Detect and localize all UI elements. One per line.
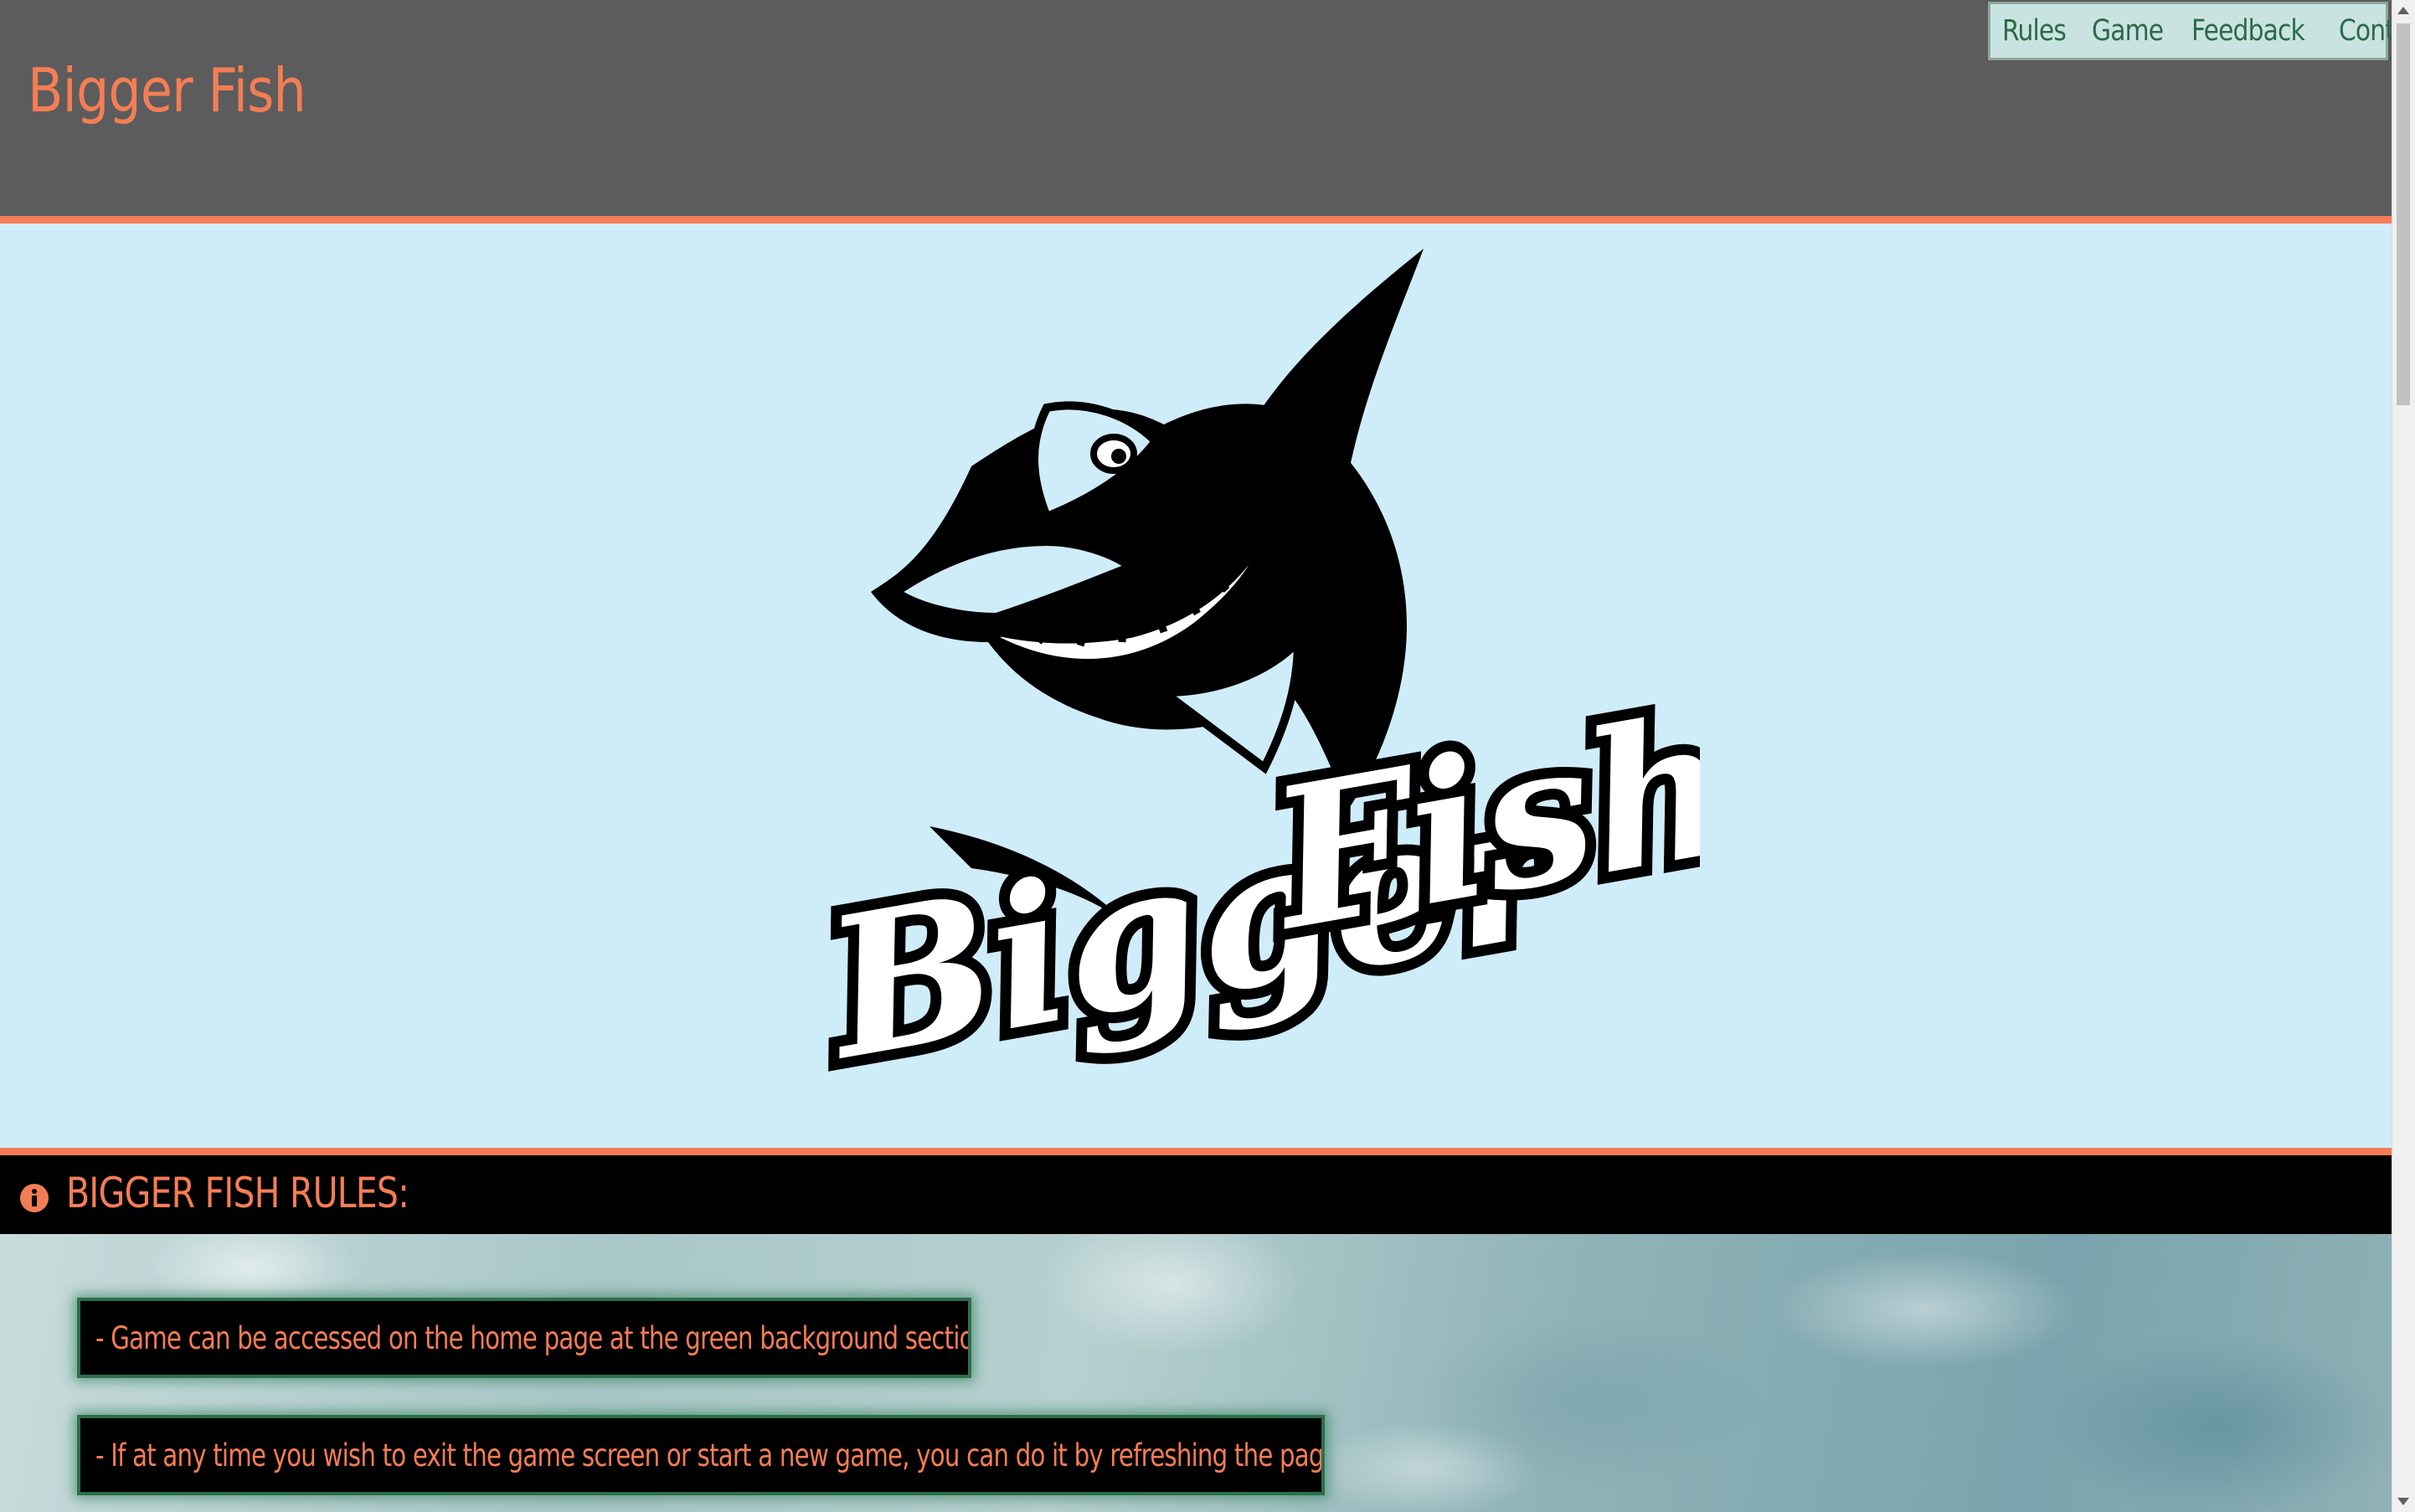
rule-item: - Game can be accessed on the home page … [77,1298,971,1378]
scroll-thumb[interactable] [2397,23,2410,405]
nav-link-contact[interactable]: Contact [2339,14,2392,48]
hero-border [0,1148,2392,1155]
nav-link-game[interactable]: Game [2092,14,2164,48]
rules-section: - Game can be accessed on the home page … [0,1234,2392,1512]
rule-text: - Game can be accessed on the home page … [95,1319,971,1356]
nav-link-feedback[interactable]: Feedback [2191,14,2305,48]
site-title: Bigger Fish [28,55,306,126]
rule-item: - If at any time you wish to exit the ga… [77,1415,1325,1495]
scroll-down-icon[interactable] [2397,1498,2409,1505]
rule-text: - If at any time you wish to exit the ga… [95,1437,1325,1473]
rules-banner: BIGGER FISH RULES: [0,1155,2392,1234]
nav-link-rules[interactable]: Rules [2002,14,2067,48]
main-nav: Rules Game Feedback Contact [1988,2,2392,60]
hero-banner: Bigger Fish [0,224,2392,1148]
page: Bigger Fish Rules Game Feedback Contact [0,0,2392,1512]
site-header: Bigger Fish Rules Game Feedback Contact [0,0,2392,224]
rules-title: BIGGER FISH RULES: [66,1169,409,1217]
shark-logo-icon: Bigger Fish [796,249,1700,1115]
vertical-scrollbar[interactable] [2392,0,2415,1512]
info-circle-icon [20,1184,49,1212]
scroll-up-icon[interactable] [2397,7,2409,14]
